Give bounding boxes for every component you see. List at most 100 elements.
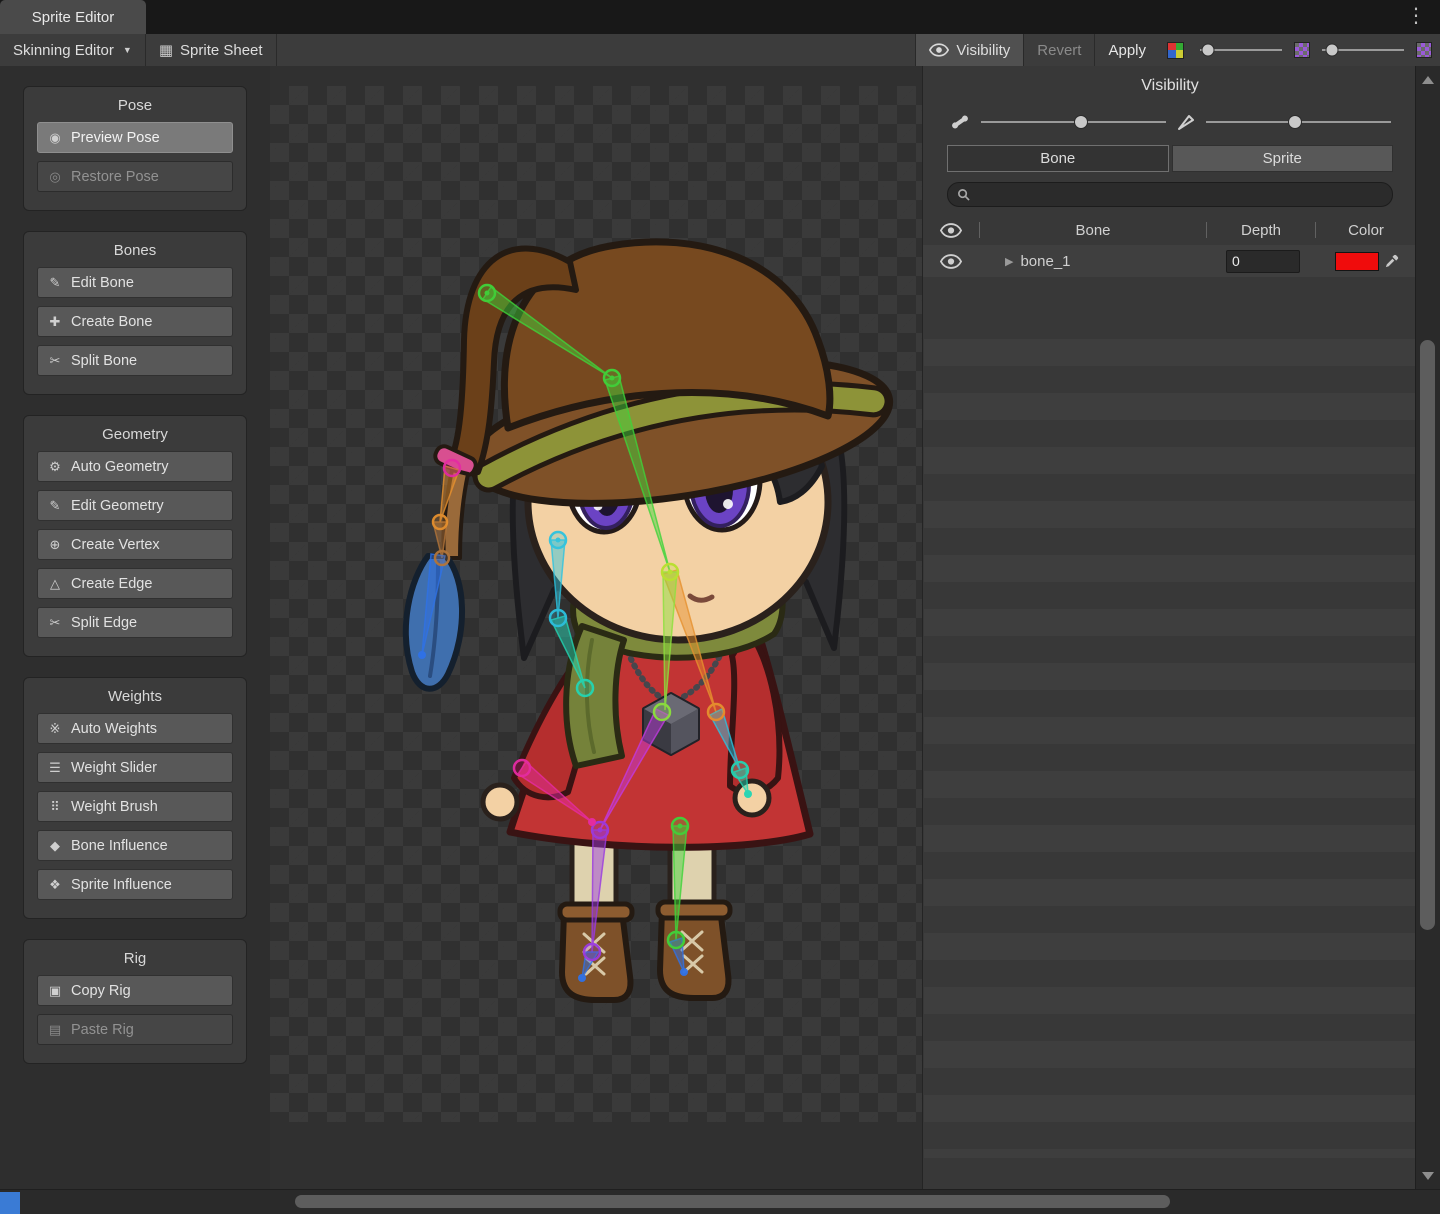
tab-sprite-editor[interactable]: Sprite Editor: [0, 0, 146, 34]
skinning-editor-label: Skinning Editor: [13, 42, 114, 59]
edit-bone-button[interactable]: ✎ Edit Bone: [37, 267, 233, 298]
visibility-panel: Visibility Bone Sprite: [922, 66, 1417, 1190]
visibility-eye-icon[interactable]: [940, 254, 962, 269]
preview-pose-button[interactable]: ◉ Preview Pose: [37, 122, 233, 153]
sprite-sheet-label: Sprite Sheet: [180, 42, 263, 59]
empty-row-stripes: [924, 312, 1417, 1158]
create-vertex-icon: ⊕: [47, 537, 63, 553]
revert-button[interactable]: Revert: [1024, 34, 1094, 66]
apply-button[interactable]: Apply: [1095, 34, 1159, 66]
mipmap-swatch-2[interactable]: [1416, 42, 1432, 58]
split-edge-button[interactable]: ✂ Split Edge: [37, 607, 233, 638]
kebab-menu-icon[interactable]: ⋮: [1406, 3, 1424, 28]
group-title: Rig: [37, 950, 233, 967]
copy-rig-button[interactable]: ▣ Copy Rig: [37, 975, 233, 1006]
alpha-slider-2[interactable]: [1322, 34, 1404, 66]
depth-input[interactable]: [1226, 250, 1300, 273]
group-title: Pose: [37, 97, 233, 114]
bone-opacity-slider[interactable]: [981, 111, 1166, 133]
visibility-tabs: Bone Sprite: [947, 145, 1393, 172]
slider-track: [981, 121, 1166, 123]
eye-icon: [929, 43, 949, 57]
copy-rig-icon: ▣: [47, 983, 63, 999]
color-channels-button[interactable]: [1159, 34, 1192, 66]
create-bone-button[interactable]: ✚ Create Bone: [37, 306, 233, 337]
sprite-influence-icon: ❖: [47, 877, 63, 893]
group-title: Bones: [37, 242, 233, 259]
weight-brush-icon: ⠿: [47, 799, 63, 815]
vertical-scrollbar[interactable]: [1415, 66, 1440, 1190]
scroll-up-arrow-icon[interactable]: [1422, 76, 1434, 84]
split-edge-icon: ✂: [47, 615, 63, 631]
horizontal-scrollbar[interactable]: [0, 1189, 1440, 1214]
auto-weights-button[interactable]: ※ Auto Weights: [37, 713, 233, 744]
bone-influence-button[interactable]: ◆ Bone Influence: [37, 830, 233, 861]
scroll-down-arrow-icon[interactable]: [1422, 1172, 1434, 1180]
bone-row-bone_1[interactable]: ▶ bone_1: [923, 245, 1417, 277]
group-rig: Rig ▣ Copy Rig ▤ Paste Rig: [23, 939, 247, 1064]
opacity-sliders: [949, 111, 1391, 133]
tab-sprite[interactable]: Sprite: [1172, 145, 1394, 172]
header-color: Color: [1316, 222, 1416, 239]
weight-brush-button[interactable]: ⠿ Weight Brush: [37, 791, 233, 822]
sprite-influence-button[interactable]: ❖ Sprite Influence: [37, 869, 233, 900]
tab-bone[interactable]: Bone: [947, 145, 1169, 172]
button-label: Create Bone: [71, 314, 152, 330]
button-label: Restore Pose: [71, 169, 159, 185]
eyedropper-icon[interactable]: [1384, 254, 1399, 269]
tool-sidebar: Pose ◉ Preview Pose ◎ Restore Pose Bones…: [0, 66, 270, 1190]
tab-label: Sprite Editor: [32, 9, 115, 26]
slider-handle[interactable]: [1075, 116, 1087, 128]
toolbar: Skinning Editor ▼ ▦ Sprite Sheet Visibil…: [0, 34, 1440, 67]
slider-handle[interactable]: [1326, 45, 1337, 56]
preview-pose-icon: ◉: [47, 130, 63, 146]
create-edge-button[interactable]: △ Create Edge: [37, 568, 233, 599]
slider-handle[interactable]: [1203, 45, 1214, 56]
visibility-toggle-button[interactable]: Visibility: [915, 34, 1024, 66]
group-geometry: Geometry ⚙ Auto Geometry ✎ Edit Geometry…: [23, 415, 247, 657]
search-icon: [957, 188, 970, 201]
button-label: Create Edge: [71, 576, 152, 592]
eye-icon[interactable]: [940, 223, 962, 238]
bone-table-header: Bone Depth Color: [923, 215, 1417, 245]
alpha-slider-1[interactable]: [1200, 34, 1282, 66]
bone-search[interactable]: [947, 182, 1393, 207]
edit-geometry-icon: ✎: [47, 498, 63, 514]
button-label: Edit Geometry: [71, 498, 164, 514]
button-label: Auto Weights: [71, 721, 157, 737]
mesh-opacity-slider[interactable]: [1206, 111, 1391, 133]
bone-name: bone_1: [1020, 253, 1070, 270]
horizontal-scroll-thumb[interactable]: [295, 1195, 1170, 1208]
skinning-editor-dropdown[interactable]: Skinning Editor ▼: [0, 34, 145, 66]
create-vertex-button[interactable]: ⊕ Create Vertex: [37, 529, 233, 560]
paste-rig-button[interactable]: ▤ Paste Rig: [37, 1014, 233, 1045]
auto-geometry-button[interactable]: ⚙ Auto Geometry: [37, 451, 233, 482]
split-bone-icon: ✂: [47, 353, 63, 369]
sprite-sheet-button[interactable]: ▦ Sprite Sheet: [146, 34, 276, 66]
title-bar: Sprite Editor ⋮: [0, 0, 1440, 34]
group-pose: Pose ◉ Preview Pose ◎ Restore Pose: [23, 86, 247, 211]
button-label: Bone Influence: [71, 838, 168, 854]
header-depth: Depth: [1207, 222, 1315, 239]
button-label: Copy Rig: [71, 983, 131, 999]
weight-slider-button[interactable]: ☰ Weight Slider: [37, 752, 233, 783]
button-label: Edit Bone: [71, 275, 134, 291]
bone-color-swatch[interactable]: [1335, 252, 1379, 271]
mipmap-swatch-1[interactable]: [1294, 42, 1310, 58]
tab-sprite-label: Sprite: [1263, 150, 1302, 167]
disclosure-triangle-icon[interactable]: ▶: [1005, 255, 1013, 268]
edit-geometry-button[interactable]: ✎ Edit Geometry: [37, 490, 233, 521]
corner-accent: [0, 1192, 20, 1214]
sprite-canvas[interactable]: [270, 66, 922, 1190]
button-label: Sprite Influence: [71, 877, 172, 893]
button-label: Split Bone: [71, 353, 137, 369]
slider-handle[interactable]: [1289, 116, 1301, 128]
mesh-opacity-icon: [1176, 112, 1196, 132]
character-sprite: [270, 110, 922, 1120]
split-bone-button[interactable]: ✂ Split Bone: [37, 345, 233, 376]
search-input[interactable]: [976, 186, 1383, 204]
auto-weights-icon: ※: [47, 721, 63, 737]
sprite-sheet-icon: ▦: [159, 41, 173, 59]
restore-pose-button[interactable]: ◎ Restore Pose: [37, 161, 233, 192]
vertical-scroll-thumb[interactable]: [1420, 340, 1435, 930]
